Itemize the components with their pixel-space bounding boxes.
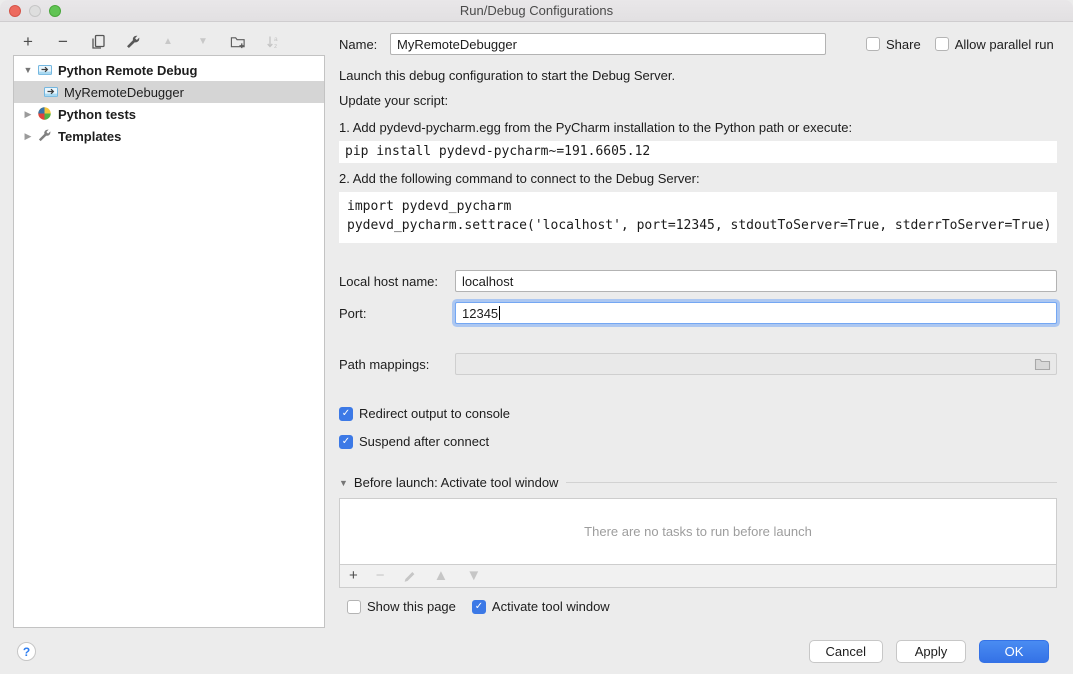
tree-item-python-tests[interactable]: ▶ Python tests (14, 103, 324, 125)
port-input[interactable]: 12345 (455, 302, 1057, 324)
svg-text:a: a (274, 36, 278, 43)
chevron-down-icon[interactable]: ▼ (22, 65, 34, 75)
wrench-icon (37, 128, 53, 144)
checkbox-icon[interactable] (866, 37, 880, 51)
suspend-after-connect-checkbox[interactable]: ✓ Suspend after connect (339, 434, 1057, 449)
sort-alpha-icon: az (265, 34, 281, 50)
activate-tool-window-label: Activate tool window (492, 599, 610, 614)
show-this-page-label: Show this page (367, 599, 456, 614)
tree-item-label: Python Remote Debug (58, 63, 197, 78)
chevron-down-icon[interactable]: ▼ (339, 478, 348, 488)
run-debug-configurations-dialog: { "window": { "title": "Run/Debug Config… (0, 0, 1073, 674)
name-label: Name: (339, 37, 383, 52)
dialog-footer: ? Cancel Apply OK (0, 632, 1073, 674)
copy-configuration-icon[interactable] (90, 34, 106, 50)
cancel-button[interactable]: Cancel (809, 640, 883, 663)
redirect-output-label: Redirect output to console (359, 406, 510, 421)
local-host-name-label: Local host name: (339, 274, 455, 289)
add-task-button[interactable]: + (349, 569, 358, 583)
before-launch-title: Before launch: Activate tool window (354, 475, 559, 490)
code-line-2: pydevd_pycharm.settrace('localhost', por… (347, 216, 1049, 235)
apply-button[interactable]: Apply (896, 640, 966, 663)
edit-task-pencil-icon (403, 570, 416, 583)
edit-templates-wrench-icon[interactable] (125, 34, 141, 50)
pip-install-command: pip install pydevd-pycharm~=191.6605.12 (339, 141, 1057, 163)
checkbox-checked-icon[interactable]: ✓ (339, 407, 353, 421)
remote-debug-icon (37, 62, 53, 78)
tree-item-label: Templates (58, 129, 121, 144)
ok-button[interactable]: OK (979, 640, 1049, 663)
window-title: Run/Debug Configurations (0, 0, 1073, 22)
chevron-right-icon[interactable]: ▶ (22, 131, 34, 142)
step2-text: 2. Add the following command to connect … (339, 171, 1057, 186)
move-down-icon: ▼ (195, 34, 211, 50)
update-script-text: Update your script: (339, 93, 1057, 108)
settrace-code-block: import pydevd_pycharm pydevd_pycharm.set… (339, 192, 1057, 243)
activate-tool-window-checkbox[interactable]: ✓ Activate tool window (472, 599, 610, 614)
name-input[interactable] (390, 33, 826, 55)
svg-text:z: z (274, 43, 277, 50)
chevron-right-icon[interactable]: ▶ (22, 109, 34, 120)
allow-parallel-run-label: Allow parallel run (955, 37, 1054, 52)
configurations-tree: ▼ Python Remote Debug MyRemoteDebugger ▶… (13, 55, 325, 628)
show-this-page-checkbox[interactable]: Show this page (347, 599, 456, 614)
text-cursor (499, 306, 500, 320)
tree-item-templates[interactable]: ▶ Templates (14, 125, 324, 147)
task-list-toolbar: + − ▲ ▼ (339, 565, 1057, 588)
help-button[interactable]: ? (17, 642, 36, 661)
configurations-toolbar: + − ▲ ▼ az (13, 29, 325, 55)
share-label: Share (886, 37, 921, 52)
port-label: Port: (339, 306, 455, 321)
checkbox-checked-icon[interactable]: ✓ (339, 435, 353, 449)
remote-debug-icon (43, 84, 59, 100)
suspend-after-connect-label: Suspend after connect (359, 434, 489, 449)
checkbox-icon[interactable] (347, 600, 361, 614)
titlebar: Run/Debug Configurations (0, 0, 1073, 22)
remove-configuration-button[interactable]: − (55, 34, 71, 50)
tree-item-myremotedebugger[interactable]: MyRemoteDebugger (14, 81, 324, 103)
section-divider (566, 482, 1057, 483)
tree-item-label: Python tests (58, 107, 136, 122)
before-launch-task-list[interactable]: There are no tasks to run before launch (339, 498, 1057, 565)
browse-folder-icon[interactable] (1034, 357, 1051, 371)
allow-parallel-run-checkbox[interactable]: Allow parallel run (935, 37, 1054, 52)
launch-description: Launch this debug configuration to start… (339, 68, 1057, 83)
python-tests-icon (37, 106, 53, 122)
checkbox-icon[interactable] (935, 37, 949, 51)
empty-task-list-text: There are no tasks to run before launch (584, 524, 812, 539)
checkbox-checked-icon[interactable]: ✓ (472, 600, 486, 614)
move-task-up-icon: ▲ (434, 569, 449, 583)
configuration-form: Name: Share Allow parallel run Launch th… (339, 30, 1057, 614)
path-mappings-input[interactable] (455, 353, 1057, 375)
new-folder-icon[interactable] (230, 34, 246, 50)
move-task-down-icon: ▼ (466, 569, 481, 583)
add-configuration-button[interactable]: + (20, 34, 36, 50)
before-launch-section-header[interactable]: ▼ Before launch: Activate tool window (339, 475, 1057, 490)
tree-item-label: MyRemoteDebugger (64, 85, 184, 100)
code-line-1: import pydevd_pycharm (347, 197, 1049, 216)
redirect-output-checkbox[interactable]: ✓ Redirect output to console (339, 406, 1057, 421)
share-checkbox[interactable]: Share (866, 37, 921, 52)
remove-task-button: − (376, 569, 385, 583)
port-value: 12345 (462, 306, 498, 321)
local-host-name-input[interactable] (455, 270, 1057, 292)
step1-text: 1. Add pydevd-pycharm.egg from the PyCha… (339, 120, 1057, 135)
move-up-icon: ▲ (160, 34, 176, 50)
path-mappings-label: Path mappings: (339, 357, 455, 372)
tree-item-python-remote-debug[interactable]: ▼ Python Remote Debug (14, 59, 324, 81)
